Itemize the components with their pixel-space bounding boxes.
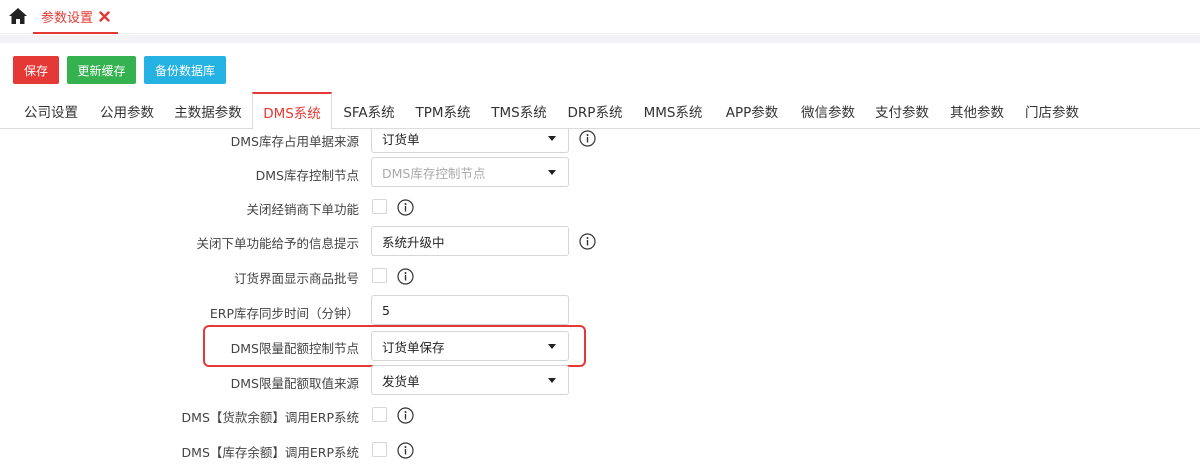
field-label-stock-balance-erp: DMS【库存余额】调用ERP系统 — [181, 445, 359, 460]
top-divider — [0, 35, 1200, 43]
erp-sync-interval-input[interactable]: 5 — [371, 295, 569, 325]
tab-sfa-system[interactable]: SFA系统 — [334, 92, 404, 129]
caret-down-icon — [548, 136, 556, 141]
quota-value-source-select[interactable]: 发货单 — [371, 365, 569, 395]
field-label-show-batch-number: 订货界面显示商品批号 — [233, 271, 359, 286]
tab-mms-system[interactable]: MMS系统 — [634, 92, 712, 129]
page-tab-label: 参数设置 — [41, 10, 94, 26]
field-label-close-dealer-ordering: 关闭经销商下单功能 — [246, 202, 359, 217]
tab-app-params[interactable]: APP参数 — [714, 92, 790, 129]
backup-database-button[interactable]: 备份数据库 — [144, 56, 226, 84]
tab-common-params[interactable]: 公用参数 — [90, 92, 164, 129]
tab-other-params[interactable]: 其他参数 — [940, 92, 1014, 129]
page-tab-params[interactable]: 参数设置 — [33, 0, 119, 34]
tab-dms-system[interactable]: DMS系统 — [252, 92, 332, 130]
field-label-stock-occupy-source: DMS库存占用单据来源 — [230, 134, 359, 149]
settings-tabs: 公司设置 公用参数 主数据参数 DMS系统 SFA系统 TPM系统 TMS系统 … — [0, 92, 1200, 130]
tab-wechat-params[interactable]: 微信参数 — [792, 92, 864, 129]
field-label-close-ordering-message: 关闭下单功能给予的信息提示 — [196, 236, 359, 251]
tab-master-data-params[interactable]: 主数据参数 — [166, 92, 250, 129]
tab-tms-system[interactable]: TMS系统 — [482, 92, 556, 129]
tab-tpm-system[interactable]: TPM系统 — [406, 92, 480, 129]
close-ordering-message-input[interactable]: 系统升级中 — [371, 226, 569, 256]
caret-down-icon — [548, 344, 556, 349]
caret-down-icon — [548, 170, 556, 175]
quota-value-source-value: 发货单 — [382, 373, 420, 389]
erp-sync-interval-value: 5 — [382, 302, 390, 318]
close-icon[interactable] — [99, 10, 110, 22]
top-tab-bar: 参数设置 — [0, 0, 1200, 34]
quota-control-node-select[interactable]: 订货单保存 — [371, 331, 569, 361]
info-icon[interactable] — [397, 268, 414, 285]
info-icon[interactable] — [579, 130, 596, 147]
info-icon[interactable] — [397, 407, 414, 424]
stock-control-node-select[interactable]: DMS库存控制节点 — [371, 157, 569, 187]
save-button[interactable]: 保存 — [13, 56, 59, 84]
field-label-payment-balance-erp: DMS【货款余额】调用ERP系统 — [181, 410, 359, 425]
field-label-quota-value-source: DMS限量配额取值来源 — [230, 376, 359, 391]
info-icon[interactable] — [397, 442, 414, 459]
payment-balance-erp-checkbox[interactable] — [372, 407, 387, 422]
stock-control-node-placeholder: DMS库存控制节点 — [382, 165, 486, 181]
home-icon[interactable] — [8, 6, 28, 26]
info-icon[interactable] — [579, 233, 596, 250]
dms-settings-form: DMS库存占用单据来源 订货单 DMS库存控制节点 DMS库存控制节点 关闭经销… — [0, 129, 1200, 465]
info-icon[interactable] — [397, 199, 414, 216]
quota-control-node-value: 订货单保存 — [382, 339, 445, 355]
stock-occupy-source-select[interactable]: 订货单 — [371, 129, 569, 153]
refresh-cache-button[interactable]: 更新缓存 — [67, 56, 136, 84]
close-ordering-message-value: 系统升级中 — [382, 234, 445, 250]
show-batch-number-checkbox[interactable] — [372, 268, 387, 283]
stock-occupy-source-value: 订货单 — [382, 131, 420, 147]
caret-down-icon — [548, 378, 556, 383]
tab-payment-params[interactable]: 支付参数 — [866, 92, 938, 129]
tab-company-settings[interactable]: 公司设置 — [14, 92, 88, 129]
field-label-quota-control-node: DMS限量配额控制节点 — [230, 341, 359, 356]
close-dealer-ordering-checkbox[interactable] — [372, 199, 387, 214]
field-label-stock-control-node: DMS库存控制节点 — [255, 168, 359, 183]
field-label-erp-sync-interval: ERP库存同步时间（分钟） — [209, 306, 359, 321]
tab-store-params[interactable]: 门店参数 — [1016, 92, 1088, 129]
tab-drp-system[interactable]: DRP系统 — [558, 92, 632, 129]
stock-balance-erp-checkbox[interactable] — [372, 442, 387, 457]
